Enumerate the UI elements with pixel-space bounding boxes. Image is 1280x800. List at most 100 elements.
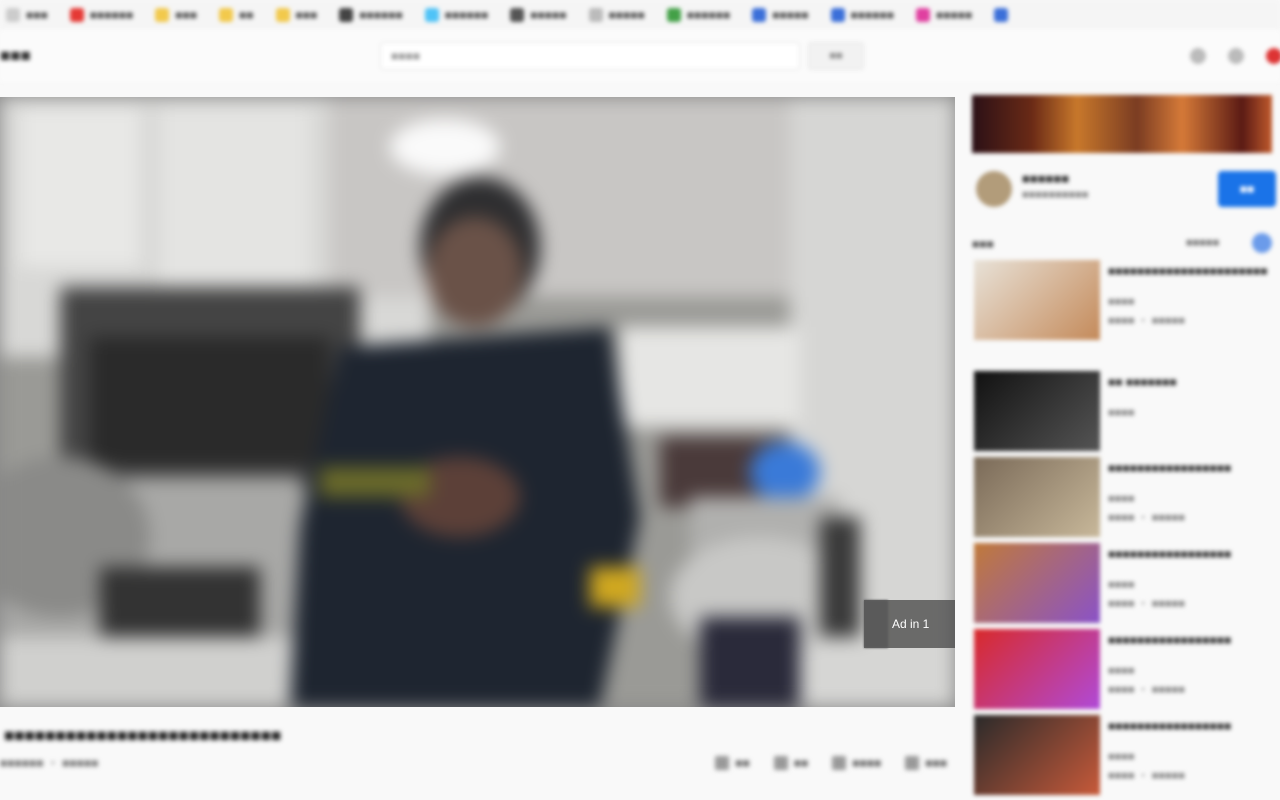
- video-actions: ■■ ■■ ■■■■ ■■■: [715, 756, 947, 770]
- up-next-heading: ■■■: [972, 237, 994, 251]
- recommended-title[interactable]: ■■■■■■■■■■■■■■■■■: [1108, 719, 1278, 734]
- recommended-video[interactable]: ■■■■■■■■■■■■■■■■■ ■■■■ ■■■■ ・ ■■■■■: [974, 715, 1280, 797]
- apps-icon[interactable]: [1190, 48, 1206, 64]
- recommended-views: ■■■■ ・ ■■■■■: [1108, 598, 1185, 610]
- video-player[interactable]: Ad in 1: [0, 97, 955, 707]
- bookmark-favicon-icon: [510, 8, 525, 22]
- video-thumbnail[interactable]: [974, 260, 1100, 340]
- bookmark-item[interactable]: ■■: [213, 5, 260, 25]
- recommended-channel: ■■■■: [1108, 751, 1135, 763]
- save-button[interactable]: ■■■: [905, 756, 947, 770]
- video-thumbnail[interactable]: [974, 457, 1100, 537]
- recommended-views: ■■■■ ・ ■■■■■: [1108, 512, 1185, 524]
- bookmark-label: ■■■■■: [772, 8, 809, 22]
- bookmark-item[interactable]: ■■■■■: [910, 5, 978, 25]
- bookmark-favicon-icon: [588, 8, 603, 22]
- bookmark-favicon-icon: [994, 8, 1009, 22]
- bookmark-label: ■■■■■■: [89, 8, 134, 22]
- bookmark-favicon-icon: [666, 8, 681, 22]
- sidebar: ■■■■■■ ■■■■■■■■■■ ■■ ■■■ ■■■■■ ■■■■■■■■■…: [972, 95, 1280, 800]
- bookmark-label: ■■■: [295, 8, 318, 22]
- bookmark-item[interactable]: ■■■■■■: [333, 5, 409, 25]
- bookmark-item[interactable]: [988, 5, 1020, 25]
- bookmark-item[interactable]: ■■■■■: [504, 5, 572, 25]
- video-thumbnail[interactable]: [974, 629, 1100, 709]
- share-icon: [832, 756, 847, 770]
- bookmark-item[interactable]: ■■■■■■: [661, 5, 737, 25]
- recommended-video[interactable]: ■■■■■■■■■■■■■■■■■ ■■■■ ■■■■ ・ ■■■■■: [974, 629, 1280, 711]
- video-title: ■■■■■■■■■■■■■■■■■■■■■■■■■■■: [4, 726, 282, 745]
- channel-row: ■■■■■■ ■■■■■■■■■■ ■■: [972, 167, 1280, 213]
- recommended-video[interactable]: ■■■■■■■■■■■■■■■■■ ■■■■ ■■■■ ・ ■■■■■: [974, 543, 1280, 625]
- bookmark-favicon-icon: [339, 8, 354, 22]
- bookmarks-bar: ■■■ ■■■■■■ ■■■ ■■ ■■■ ■■■■■■ ■■■■■■ ■■■■■ ■■■■■ ■…: [0, 0, 1280, 30]
- bookmark-favicon-icon: [424, 8, 439, 22]
- thumbs-down-icon: [773, 756, 788, 770]
- like-button[interactable]: ■■: [715, 756, 750, 770]
- video-frame: [0, 97, 955, 707]
- recommended-title[interactable]: ■■■■■■■■■■■■■■■■■: [1108, 633, 1278, 648]
- bookmark-item[interactable]: ■■■: [0, 5, 54, 25]
- recommended-video[interactable]: ■■■■■■■■■■■■■■■■■■■■■■ ■■■■ ■■■■ ・ ■■■■■: [974, 260, 1280, 342]
- video-meta: ■■■■■■ ・ ■■■■■: [0, 756, 99, 770]
- channel-avatar[interactable]: [976, 171, 1012, 207]
- recommended-views: ■■■■ ・ ■■■■■: [1108, 684, 1185, 696]
- search-button[interactable]: ■■: [808, 42, 864, 70]
- video-info: ■■■■■■■■■■■■■■■■■■■■■■■■■■■ ■■■■■■ ・ ■■■…: [0, 708, 955, 800]
- bookmark-item[interactable]: ■■■■■■: [825, 5, 901, 25]
- recommended-video[interactable]: ■■■■■■■■■■■■■■■■■ ■■■■ ■■■■ ・ ■■■■■: [974, 457, 1280, 539]
- video-thumbnail[interactable]: [974, 715, 1100, 795]
- channel-subscribers: ■■■■■■■■■■: [1022, 189, 1089, 201]
- autoplay-toggle[interactable]: [1252, 233, 1272, 253]
- notifications-icon[interactable]: [1228, 48, 1244, 64]
- channel-banner[interactable]: [972, 95, 1272, 153]
- share-button[interactable]: ■■■■: [832, 756, 881, 770]
- bookmark-label: ■■■■■: [608, 8, 645, 22]
- bookmark-label: ■■: [239, 8, 254, 22]
- bookmark-favicon-icon: [830, 8, 845, 22]
- recommended-channel: ■■■■: [1108, 579, 1135, 591]
- subscribe-button[interactable]: ■■: [1218, 171, 1276, 207]
- bookmark-item[interactable]: ■■■■■: [746, 5, 814, 25]
- ad-thumbnail: [864, 600, 888, 648]
- thumbs-up-icon: [715, 756, 730, 770]
- bookmark-favicon-icon: [219, 8, 233, 22]
- recommended-channel: ■■■■: [1108, 407, 1135, 419]
- recommended-channel: ■■■■: [1108, 665, 1135, 677]
- dislike-button[interactable]: ■■: [773, 756, 808, 770]
- recommended-views: ■■■■ ・ ■■■■■: [1108, 315, 1185, 327]
- site-header: ■■■ ■■■■ ■■: [0, 30, 1280, 82]
- bookmark-label: ■■■■■: [530, 8, 567, 22]
- recommended-channel: ■■■■: [1108, 493, 1135, 505]
- channel-name[interactable]: ■■■■■■: [1022, 171, 1069, 186]
- bookmark-label: ■■■■■■: [359, 8, 403, 22]
- bookmark-favicon-icon: [69, 8, 84, 22]
- recommended-video[interactable]: ■■ ■■■■■■■ ■■■■: [974, 371, 1280, 453]
- ad-countdown-text: Ad in 1: [892, 617, 930, 631]
- bookmark-item[interactable]: ■■■■■■: [419, 5, 495, 25]
- bookmark-favicon-icon: [6, 8, 20, 22]
- bookmark-label: ■■■■■■: [686, 8, 731, 22]
- save-icon: [905, 756, 920, 770]
- bookmark-item[interactable]: ■■■■■: [583, 5, 651, 25]
- video-thumbnail[interactable]: [974, 543, 1100, 623]
- bookmark-favicon-icon: [155, 8, 170, 22]
- bookmark-item[interactable]: ■■■■■■: [64, 5, 140, 25]
- search-input[interactable]: ■■■■: [380, 42, 800, 70]
- bookmark-item[interactable]: ■■■: [270, 5, 324, 25]
- recommended-title[interactable]: ■■■■■■■■■■■■■■■■■■■■■■: [1108, 264, 1278, 279]
- recommended-title[interactable]: ■■ ■■■■■■■: [1108, 375, 1278, 390]
- bookmark-favicon-icon: [916, 8, 930, 22]
- autoplay-label: ■■■■■: [1186, 237, 1220, 249]
- account-avatar-icon[interactable]: [1266, 48, 1280, 64]
- recommended-title[interactable]: ■■■■■■■■■■■■■■■■■: [1108, 461, 1278, 476]
- bookmark-item[interactable]: ■■■: [149, 5, 203, 25]
- site-logo[interactable]: ■■■: [0, 46, 31, 66]
- bookmark-favicon-icon: [275, 8, 290, 22]
- recommended-title[interactable]: ■■■■■■■■■■■■■■■■■: [1108, 547, 1278, 562]
- recommended-channel: ■■■■: [1108, 296, 1135, 308]
- video-thumbnail[interactable]: [974, 371, 1100, 451]
- bookmark-label: ■■■: [26, 8, 48, 22]
- ad-countdown-badge[interactable]: Ad in 1: [864, 600, 955, 648]
- bookmark-label: ■■■■■: [936, 8, 973, 22]
